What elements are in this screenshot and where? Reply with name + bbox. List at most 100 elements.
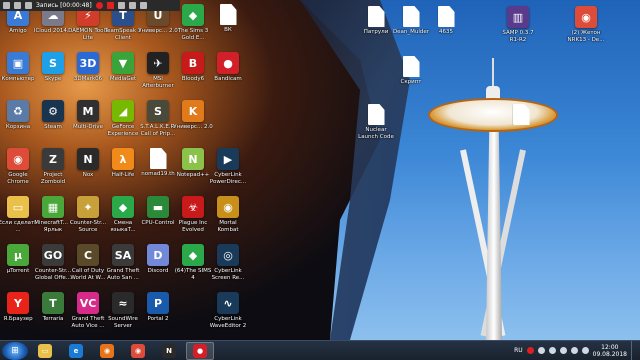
desktop-icon-yandex[interactable]: Y Я.Браузер	[0, 292, 36, 323]
desktop-icon-sims4[interactable]: ◆ (64)The SIMS 4	[175, 244, 211, 281]
desktop-icon-mediaget[interactable]: ▼ MediaGet	[105, 52, 141, 83]
desktop-icon-cstrike[interactable]: ✦ Counter-Str... Source	[70, 196, 106, 233]
desktop-icon-zomboid[interactable]: Z Project Zomboid	[35, 148, 71, 185]
mycomputer-icon: ▣	[7, 52, 29, 74]
desktop-icon-cod[interactable]: C Call of Duty World At W...	[70, 244, 106, 281]
desktop-icon-3dmark[interactable]: 3D 3DMark06	[70, 52, 106, 83]
desktop-icon-nox[interactable]: N Nox	[70, 148, 106, 179]
desktop-icon-bandicam[interactable]: ● Bandicam	[210, 52, 246, 83]
desktop-icon-smenit[interactable]: ◆ Сменa языкаT...	[105, 196, 141, 233]
desktop-icon-label: Multi-Drive	[72, 124, 104, 130]
taskbar-item-nox[interactable]: N	[155, 342, 183, 360]
taskbar-item-explorer[interactable]: ▭	[31, 342, 59, 360]
universe2-icon: K	[182, 100, 204, 122]
desktop-icon-utorrent[interactable]: µ µTorrent	[0, 244, 36, 275]
desktop-icon-mortal[interactable]: ◉ Mortal Kombat	[210, 196, 246, 233]
desktop-icon-chrome2[interactable]: ◉ (2) Жетон NRK13 - De...	[568, 6, 604, 43]
close-icon[interactable]	[139, 2, 147, 9]
nox-icon: N	[162, 343, 176, 358]
flag-icon[interactable]	[581, 347, 589, 354]
samp-icon: ▥	[507, 6, 529, 28]
desktop-icon-dean[interactable]: Dean_Mulder	[393, 6, 429, 36]
desktop-icon-skript[interactable]: Скрипт	[393, 56, 429, 86]
desktop-icon-label: Grand Theft Auto San ...	[106, 268, 140, 281]
resize-icon[interactable]	[14, 2, 21, 9]
desktop-icon-mycomputer[interactable]: ▣ Компьютер	[0, 52, 36, 83]
pen-icon[interactable]	[128, 2, 136, 9]
taskbar-item-bandicam[interactable]: ●	[186, 341, 214, 360]
desktop-icon-label: The Sims 3 Gold E...	[177, 28, 209, 41]
halflife-icon: λ	[112, 148, 134, 170]
desktop-icon-nomad[interactable]: nomad19.th	[140, 148, 176, 178]
nuclear-icon	[367, 104, 385, 125]
language-indicator[interactable]: RU	[514, 347, 523, 354]
home-icon[interactable]	[3, 2, 10, 9]
bandicam-icon: ●	[217, 52, 239, 74]
record-tray-icon[interactable]	[526, 347, 534, 354]
desktop-icon-label: Dean_Mulder	[392, 29, 430, 35]
desktop-icon-portal2[interactable]: P Portal 2	[140, 292, 176, 323]
desktop-icon-geforce[interactable]: ◢ GeForce Experience	[105, 100, 141, 137]
desktop-icon-sims3[interactable]: ◆ The Sims 3 Gold E...	[175, 4, 211, 41]
desktop-icon-gta_vc[interactable]: VC Grand Theft Auto Vice ...	[70, 292, 106, 329]
vk-icon	[219, 4, 237, 25]
system-tray: RU 12:00 09.08.2018	[514, 340, 640, 360]
show-desktop-button[interactable]	[631, 340, 636, 360]
taskbar-item-chrome[interactable]: ◉	[124, 342, 152, 360]
desktop-icon-powerdirector[interactable]: ▶ CyberLink PowerDirec...	[210, 148, 246, 185]
desktop-icon-plague[interactable]: ☣ Plague Inc Evolved	[175, 196, 211, 233]
camera-icon[interactable]	[117, 2, 125, 9]
network-icon[interactable]	[548, 347, 556, 354]
arrow-up-icon[interactable]	[559, 347, 567, 354]
desktop-background: A Amigo ☁ ICloud 2014... ⚡ DAEMON Tools Lite T…	[0, 0, 640, 340]
3dmark-icon: 3D	[77, 52, 99, 74]
desktop-icon-f4635[interactable]: 4635	[428, 6, 464, 36]
chrome2-icon: ◉	[575, 6, 597, 28]
desktop-icon-vk[interactable]: ВК	[210, 4, 246, 34]
desktop-icon-wave[interactable]: ∿ CyberLink WaveEditor 2	[210, 292, 246, 329]
desktop-icon-patrul[interactable]: Патрули	[358, 6, 394, 36]
desktop-icon-notepad[interactable]: N Notepad++	[175, 148, 211, 179]
desktop-icon-msi[interactable]: ✈ MSI Afterburner	[140, 52, 176, 89]
desktop-icon-folder[interactable]: ▭ Если сделать ...	[0, 196, 37, 233]
desktop-icon-minecraft[interactable]: ▦ MinecraftT... - Ярлык	[34, 196, 72, 233]
desktop-icon-terraria[interactable]: T Terraria	[35, 292, 71, 323]
stop-icon[interactable]	[106, 2, 114, 9]
desktop-icon-bloody[interactable]: B Bloody6	[175, 52, 211, 83]
desktop-icon-label: Terraria	[42, 316, 64, 322]
desktop-icon-label: Nox	[82, 172, 94, 178]
clock[interactable]: 12:00 09.08.2018	[593, 344, 627, 358]
desktop-icon-screenrec[interactable]: ◎ CyberLink Screen Re...	[210, 244, 246, 281]
lock-icon[interactable]	[25, 2, 32, 9]
start-button[interactable]: ⊞	[2, 341, 28, 360]
nox-icon: N	[77, 148, 99, 170]
desktop-icon-label: Grand Theft Auto Vice ...	[71, 316, 105, 329]
taskbar-item-firefox[interactable]: ◉	[93, 342, 121, 360]
desktop-icon-cpucontrol[interactable]: ▬ CPU-Control	[140, 196, 176, 227]
desktop-icon-gta_sa[interactable]: SA Grand Theft Auto San ...	[105, 244, 141, 281]
desktop-icon-nuclear[interactable]: Nuclear Launch Code	[358, 104, 394, 140]
desktop-icon-halflife[interactable]: λ Half-Life	[105, 148, 141, 179]
desktop-icon-stalker[interactable]: S S.T.A.L.K.E.R. Call of Prip...	[140, 100, 176, 137]
desktop-icon-csgo[interactable]: GO Counter-Str... Global Offe...	[35, 244, 71, 281]
desktop-icon-label: Steam	[44, 124, 62, 130]
desktop-icon-label: Call of Duty World At W...	[70, 268, 106, 281]
steam-tray-icon[interactable]	[537, 347, 545, 354]
desktop-icon-steam[interactable]: ⚙ Steam	[35, 100, 71, 131]
desktop-icon-multidrive[interactable]: M Multi-Drive	[70, 100, 106, 131]
desktop-icon-label: (2) Жетон NRK13 - De...	[567, 30, 605, 43]
desktop-icon-recycle[interactable]: ♻ Корзина	[0, 100, 36, 131]
desktop-icon-skype[interactable]: S Skype	[35, 52, 71, 83]
taskbar-item-ie[interactable]: e	[62, 342, 90, 360]
desktop-icon-samp[interactable]: ▥ SAMP 0.3.7 R1-R2	[500, 6, 536, 43]
record-icon[interactable]	[95, 2, 103, 9]
desktop-icon-discord[interactable]: D Discord	[140, 244, 176, 275]
desktop-icon-universe2[interactable]: K Универс... 2.0	[173, 100, 213, 131]
desktop-icon-label: Сменa языкаT...	[110, 220, 136, 233]
volume-icon[interactable]	[570, 347, 578, 354]
desktop-icon-label: ВК	[224, 27, 232, 33]
desktop-icon-chrome[interactable]: ◉ Google Chrome	[0, 148, 36, 185]
desktop-icon-soundwire[interactable]: ≈ SoundWire Server	[105, 292, 141, 329]
desktop-icon-label: MediaGet	[109, 76, 137, 82]
desktop-icon-blankfile[interactable]	[503, 104, 539, 127]
